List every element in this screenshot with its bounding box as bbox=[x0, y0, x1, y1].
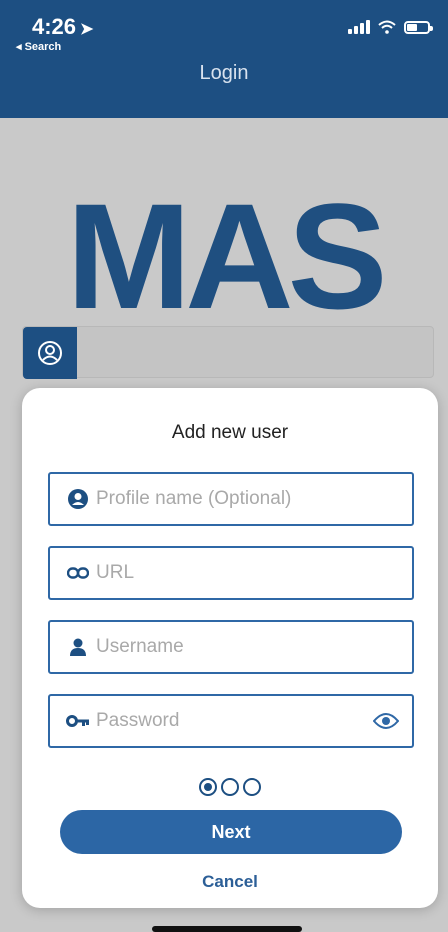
profile-name-field[interactable] bbox=[48, 472, 414, 526]
step-indicator bbox=[22, 778, 438, 796]
profile-name-input[interactable] bbox=[96, 474, 412, 524]
cellular-signal-icon bbox=[348, 20, 370, 34]
person-circle-icon bbox=[60, 488, 96, 510]
location-arrow-icon: ➤ bbox=[80, 21, 94, 38]
step-dot-1 bbox=[199, 778, 217, 796]
username-field[interactable] bbox=[48, 620, 414, 674]
time-text: 4:26 bbox=[32, 14, 77, 39]
url-input[interactable] bbox=[96, 548, 412, 598]
battery-icon bbox=[404, 21, 433, 34]
next-button[interactable]: Next bbox=[60, 810, 402, 854]
add-user-dialog: Add new user Profile name (Optional) URL… bbox=[22, 388, 438, 908]
person-icon bbox=[60, 637, 96, 657]
home-indicator bbox=[152, 926, 302, 932]
step-dot-3 bbox=[243, 778, 261, 796]
wifi-icon bbox=[378, 20, 396, 34]
key-icon bbox=[60, 715, 96, 727]
link-icon bbox=[60, 567, 96, 579]
status-icons bbox=[348, 20, 433, 34]
mas-logo: MAS bbox=[66, 172, 387, 340]
cancel-button[interactable]: Cancel bbox=[22, 872, 438, 892]
dialog-title: Add new user bbox=[171, 422, 289, 443]
background-profile-field bbox=[22, 326, 434, 379]
password-input[interactable] bbox=[96, 696, 366, 746]
back-to-search-link[interactable]: ◂ Search bbox=[16, 40, 61, 53]
top-bar: 4:26 ➤ ◂ Search Login bbox=[0, 0, 448, 118]
url-field[interactable] bbox=[48, 546, 414, 600]
password-field[interactable] bbox=[48, 694, 414, 748]
username-input[interactable] bbox=[96, 622, 412, 672]
step-dot-2 bbox=[221, 778, 239, 796]
status-time: 4:26 ➤ bbox=[32, 14, 93, 40]
show-password-eye-icon[interactable] bbox=[366, 701, 406, 741]
page-title: Login bbox=[199, 62, 249, 84]
user-circle-icon bbox=[23, 327, 77, 379]
